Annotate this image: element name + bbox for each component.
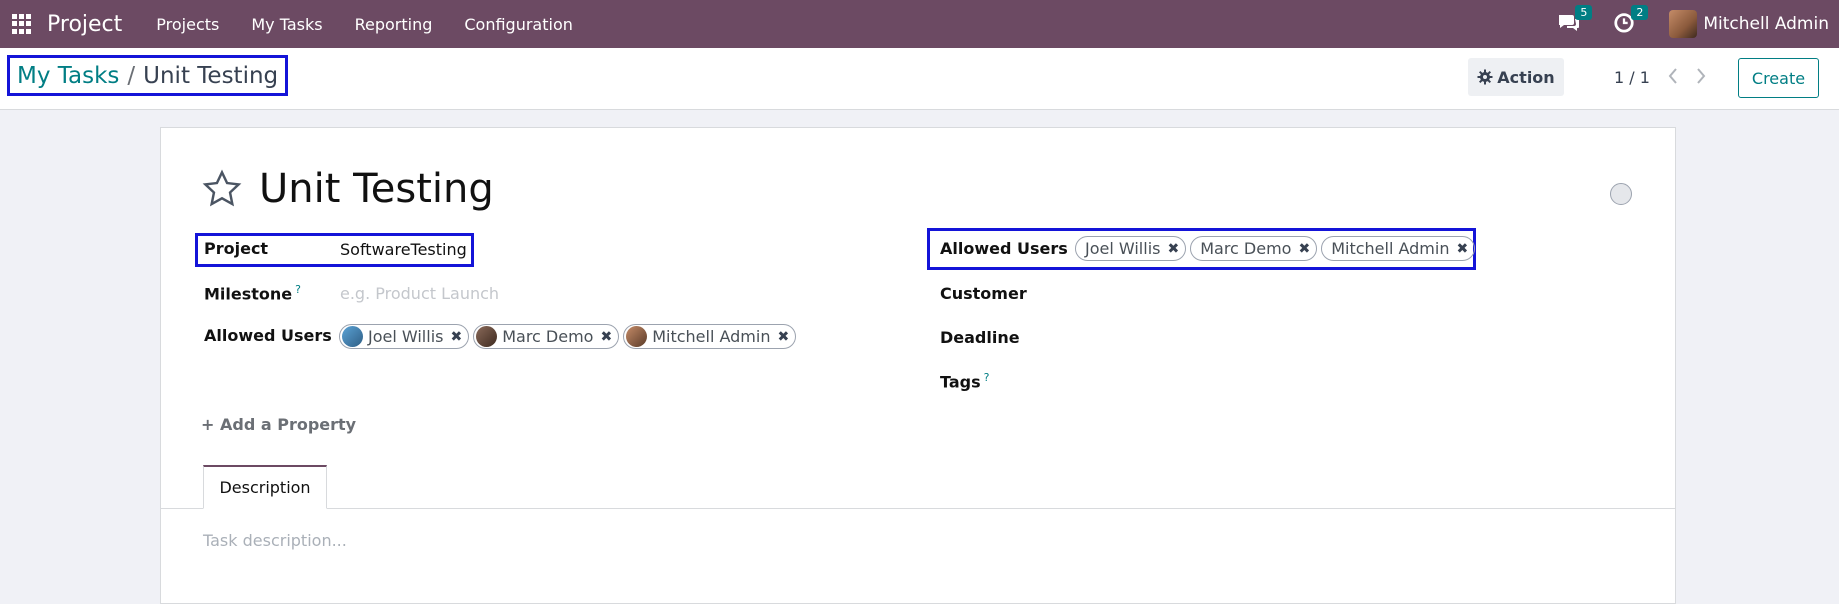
tags-label: Tags <box>940 372 981 392</box>
user-tag-label: Joel Willis <box>1085 239 1161 258</box>
chevron-right-icon[interactable] <box>1693 66 1709 86</box>
user-tag-label: Mitchell Admin <box>652 327 771 346</box>
messages-button[interactable]: 5 <box>1557 5 1593 37</box>
status-indicator[interactable] <box>1610 183 1632 205</box>
remove-tag-icon[interactable]: ✖ <box>1298 241 1310 257</box>
allowed-users-label-left: Allowed Users <box>204 326 332 345</box>
menu-my-tasks[interactable]: My Tasks <box>235 15 338 34</box>
title-row: Unit Testing <box>201 166 494 212</box>
tabs-divider <box>161 508 1675 509</box>
user-tag-label: Mitchell Admin <box>1331 239 1450 258</box>
customer-label: Customer <box>940 284 1027 303</box>
remove-tag-icon[interactable]: ✖ <box>600 329 612 345</box>
add-property-button[interactable]: + Add a Property <box>201 415 356 434</box>
user-avatar <box>1669 10 1698 38</box>
milestone-label-wrap: Milestone? <box>204 283 301 303</box>
milestone-field[interactable]: e.g. Product Launch <box>340 284 499 303</box>
milestone-label: Milestone <box>204 284 293 304</box>
user-tag-label: Marc Demo <box>1200 239 1292 258</box>
remove-tag-icon[interactable]: ✖ <box>1167 241 1179 257</box>
description-editor[interactable]: Task description... <box>203 531 1623 561</box>
plus-icon: + <box>201 415 215 434</box>
apps-grid-icon[interactable] <box>12 14 32 34</box>
menu-configuration[interactable]: Configuration <box>448 15 589 34</box>
user-tag: Joel Willis ✖ <box>1075 236 1187 261</box>
breadcrumb: My Tasks / Unit Testing <box>7 55 289 96</box>
deadline-field[interactable] <box>1075 322 1635 352</box>
allowed-users-field-left[interactable]: Joel Willis ✖ Marc Demo ✖ Mitchell Admin… <box>339 324 800 349</box>
app-title[interactable]: Project <box>47 12 122 37</box>
allowed-users-label-right: Allowed Users <box>940 239 1068 258</box>
menu-projects[interactable]: Projects <box>140 15 235 34</box>
add-property-label: Add a Property <box>219 415 357 434</box>
user-tag-label: Marc Demo <box>502 327 594 346</box>
form-sheet: Unit Testing Project SoftwareTesting Mil… <box>160 127 1676 604</box>
deadline-label: Deadline <box>940 328 1020 347</box>
user-tag-label: Joel Willis <box>368 327 444 346</box>
customer-field[interactable] <box>1075 278 1635 308</box>
user-tag: Joel Willis ✖ <box>339 324 470 349</box>
pager-value[interactable]: 1 / 1 <box>1614 68 1650 87</box>
task-title[interactable]: Unit Testing <box>259 166 494 212</box>
activities-count-badge: 2 <box>1631 5 1649 20</box>
menu-reporting[interactable]: Reporting <box>339 15 449 34</box>
star-icon[interactable] <box>201 168 243 210</box>
project-field[interactable]: SoftwareTesting <box>340 240 467 259</box>
create-button[interactable]: Create <box>1738 58 1819 98</box>
milestone-help-icon[interactable]: ? <box>295 283 301 296</box>
chevron-left-icon[interactable] <box>1665 66 1681 86</box>
gear-icon <box>1477 69 1493 85</box>
action-label: Action <box>1497 67 1555 87</box>
messages-count-badge: 5 <box>1575 5 1593 20</box>
tags-label-wrap: Tags? <box>940 371 989 391</box>
remove-tag-icon[interactable]: ✖ <box>1456 241 1468 257</box>
top-navbar: Project Projects My Tasks Reporting Conf… <box>0 0 1839 48</box>
tags-field[interactable] <box>1075 366 1635 396</box>
user-avatar <box>626 326 648 347</box>
action-button[interactable]: Action <box>1468 58 1564 96</box>
allowed-users-field-right[interactable]: Joel Willis ✖ Marc Demo ✖ Mitchell Admin… <box>1075 236 1479 261</box>
remove-tag-icon[interactable]: ✖ <box>450 329 462 345</box>
user-tag: Marc Demo ✖ <box>473 324 620 349</box>
breadcrumb-current: Unit Testing <box>143 62 279 89</box>
tags-help-icon[interactable]: ? <box>984 371 990 384</box>
user-avatar <box>342 326 363 347</box>
user-tag: Mitchell Admin ✖ <box>623 324 797 349</box>
user-menu[interactable]: Mitchell Admin <box>1669 10 1829 38</box>
user-tag: Mitchell Admin ✖ <box>1321 236 1476 261</box>
breadcrumb-my-tasks-link[interactable]: My Tasks <box>17 63 119 89</box>
control-panel: My Tasks / Unit Testing Action 1 / 1 Cre… <box>0 48 1839 110</box>
user-avatar <box>476 326 498 347</box>
project-label: Project <box>204 239 269 258</box>
tab-description[interactable]: Description <box>203 465 327 509</box>
user-name: Mitchell Admin <box>1703 14 1829 34</box>
remove-tag-icon[interactable]: ✖ <box>777 329 789 345</box>
breadcrumb-separator: / <box>127 62 136 89</box>
activities-button[interactable]: 2 <box>1613 5 1649 37</box>
user-tag: Marc Demo ✖ <box>1190 236 1318 261</box>
